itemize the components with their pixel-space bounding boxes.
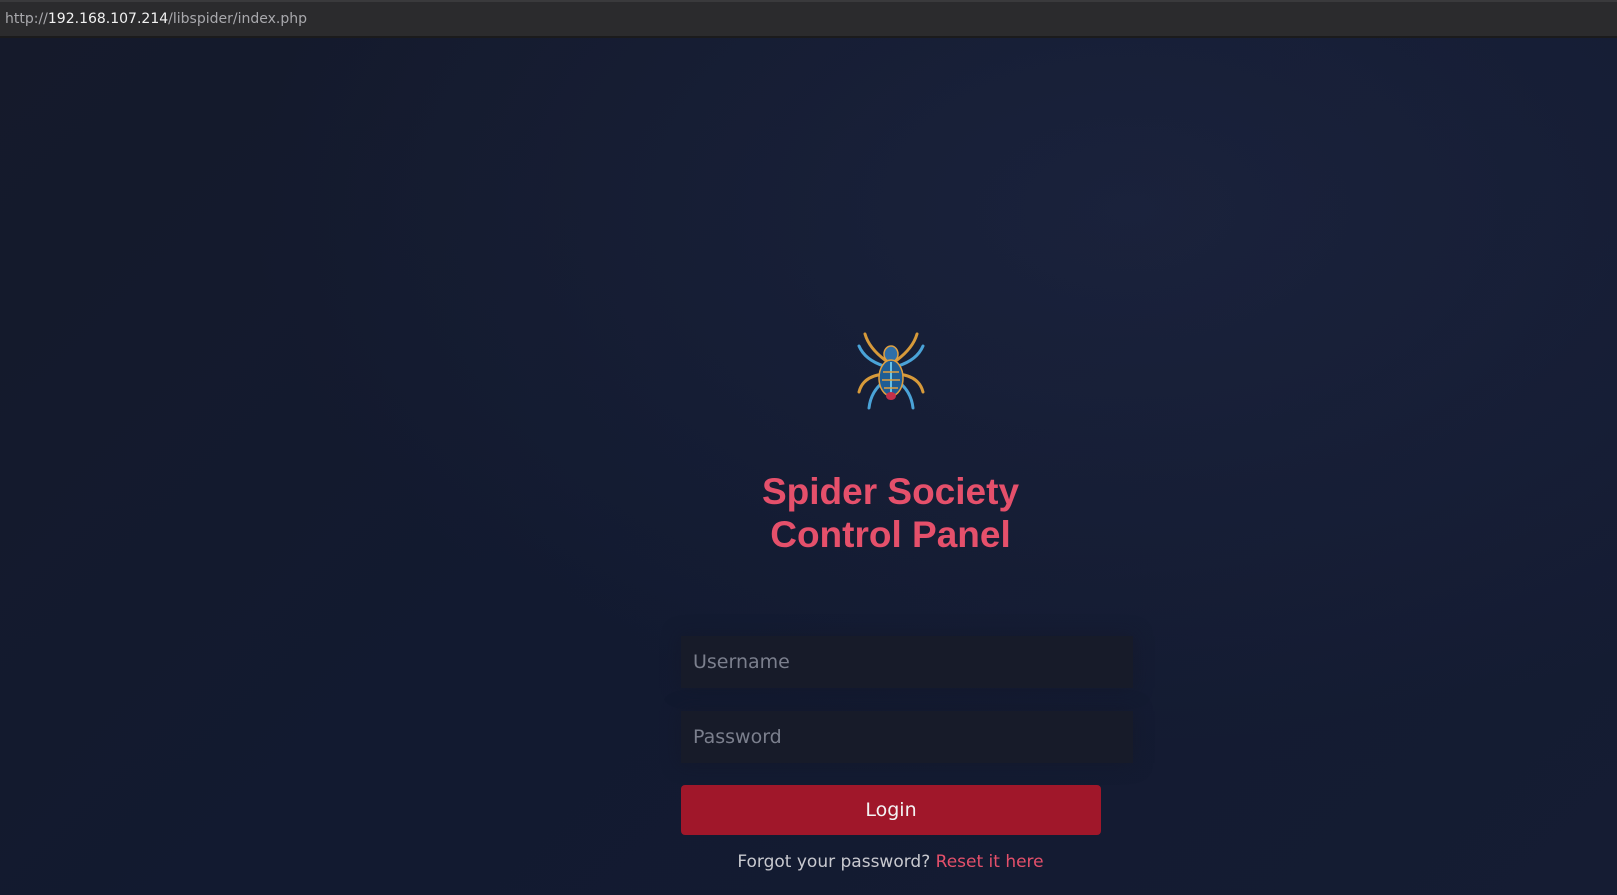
page-title: Spider Society Control Panel xyxy=(608,470,1173,556)
password-input[interactable] xyxy=(681,711,1133,763)
forgot-password-row: Forgot your password? Reset it here xyxy=(608,852,1173,872)
url-scheme: http:// xyxy=(5,11,48,27)
spider-icon xyxy=(857,332,925,410)
forgot-password-text: Forgot your password? xyxy=(737,852,931,872)
username-input[interactable] xyxy=(681,636,1133,688)
title-line-2: Control Panel xyxy=(770,514,1011,555)
address-bar[interactable]: http://192.168.107.214/libspider/index.p… xyxy=(0,0,1617,38)
title-line-1: Spider Society xyxy=(761,471,1020,512)
login-page xyxy=(0,38,1617,895)
login-button[interactable]: Login xyxy=(681,785,1101,835)
reset-password-link[interactable]: Reset it here xyxy=(936,852,1044,872)
url-path: /libspider/index.php xyxy=(168,11,307,27)
url-host: 192.168.107.214 xyxy=(47,11,169,27)
